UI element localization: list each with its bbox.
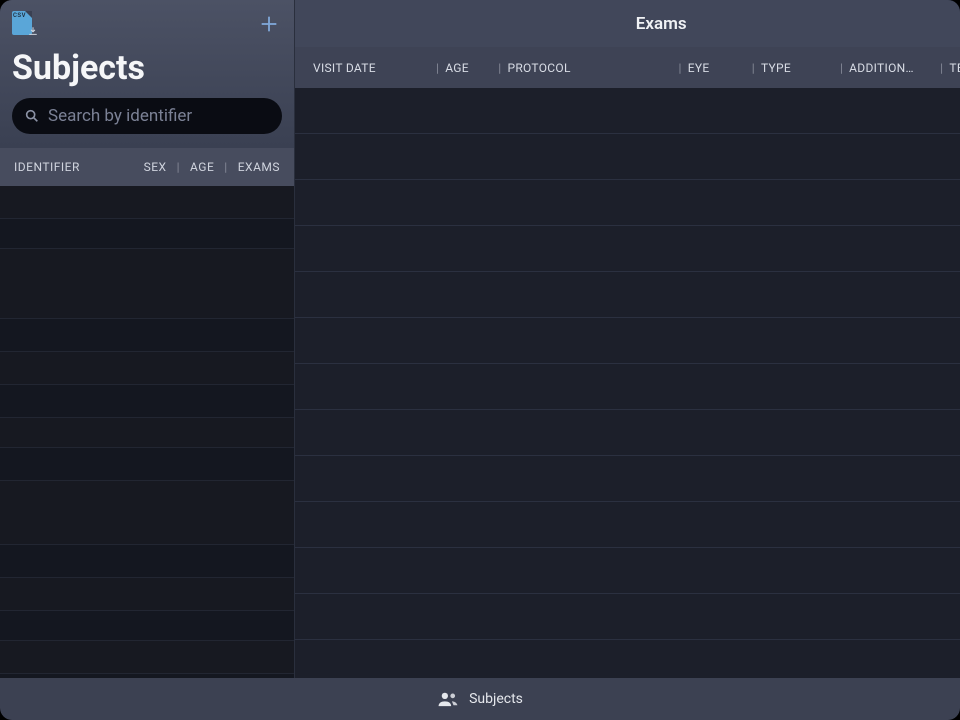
column-divider: | [678, 61, 681, 75]
subject-row[interactable] [0, 385, 294, 418]
exams-list[interactable] [295, 88, 960, 678]
subject-row[interactable] [0, 481, 294, 545]
column-divider: | [840, 61, 843, 75]
subject-row[interactable] [0, 641, 294, 674]
sidebar-header: CSV Subjects [0, 0, 294, 148]
column-sex: SEX [144, 160, 167, 174]
exam-row[interactable] [295, 594, 960, 640]
exam-row[interactable] [295, 180, 960, 226]
column-age: AGE [190, 160, 214, 174]
exam-row[interactable] [295, 548, 960, 594]
subject-row[interactable] [0, 249, 294, 319]
exams-header: Exams [295, 0, 960, 47]
subject-row[interactable] [0, 418, 294, 448]
sidebar-title: Subjects [12, 48, 282, 88]
footer-tab-bar: Subjects [0, 678, 960, 720]
subject-row[interactable] [0, 319, 294, 352]
exam-row[interactable] [295, 318, 960, 364]
column-age: AGE [445, 61, 469, 75]
subjects-icon [437, 690, 459, 708]
main-panel: Exams VISIT DATE | AGE | PRO [295, 0, 960, 678]
subject-row[interactable] [0, 352, 294, 385]
exam-row[interactable] [295, 410, 960, 456]
exam-row[interactable] [295, 88, 960, 134]
column-test: TEST [949, 61, 960, 75]
column-additional: ADDITION… [849, 61, 914, 75]
search-input[interactable] [48, 106, 270, 126]
column-type: TYPE [761, 61, 791, 75]
subjects-list[interactable] [0, 186, 294, 678]
subject-row[interactable] [0, 578, 294, 611]
exam-row[interactable] [295, 272, 960, 318]
add-subject-button[interactable] [256, 11, 282, 37]
csv-import-icon[interactable]: CSV [12, 11, 36, 37]
subjects-columns-header: IDENTIFIER SEX | AGE | EXAMS [0, 148, 294, 186]
column-divider: | [224, 160, 227, 174]
search-icon [24, 108, 40, 124]
exams-columns-header: VISIT DATE | AGE | PROTOCOL | EYE | TYPE [295, 47, 960, 88]
exam-row[interactable] [295, 226, 960, 272]
footer-subjects-label[interactable]: Subjects [469, 691, 523, 707]
csv-icon-label: CSV [13, 12, 26, 19]
main-content: CSV Subjects [0, 0, 960, 678]
subject-row[interactable] [0, 545, 294, 578]
subject-row[interactable] [0, 448, 294, 481]
exams-title: Exams [636, 14, 687, 34]
column-divider: | [498, 61, 501, 75]
exam-row[interactable] [295, 364, 960, 410]
app-container: CSV Subjects [0, 0, 960, 720]
column-divider: | [177, 160, 180, 174]
column-identifier: IDENTIFIER [14, 160, 80, 174]
sidebar-header-top: CSV [12, 8, 282, 40]
column-divider: | [752, 61, 755, 75]
column-protocol: PROTOCOL [507, 61, 570, 75]
subject-row[interactable] [0, 219, 294, 249]
column-visit-date: VISIT DATE [313, 61, 376, 75]
exam-row[interactable] [295, 640, 960, 678]
exam-row[interactable] [295, 456, 960, 502]
exam-row[interactable] [295, 502, 960, 548]
column-divider: | [940, 61, 943, 75]
exam-row[interactable] [295, 134, 960, 180]
column-eye: EYE [688, 61, 710, 75]
subject-row[interactable] [0, 611, 294, 641]
search-field[interactable] [12, 98, 282, 134]
subject-row[interactable] [0, 186, 294, 219]
sidebar: CSV Subjects [0, 0, 295, 678]
column-exams: EXAMS [238, 160, 280, 174]
column-divider: | [436, 61, 439, 75]
